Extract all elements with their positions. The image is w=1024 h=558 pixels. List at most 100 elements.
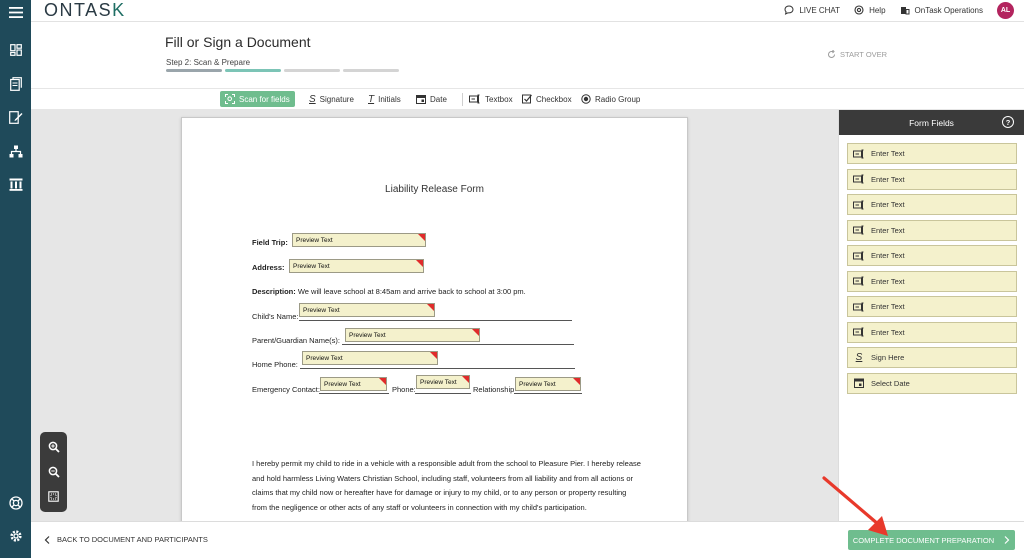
sign-document-icon[interactable] xyxy=(0,104,31,130)
user-avatar[interactable]: AL xyxy=(997,1,1014,19)
documents-icon[interactable] xyxy=(0,71,31,97)
phone-field[interactable]: Preview Text xyxy=(416,375,470,389)
progress-step-4 xyxy=(343,69,399,72)
form-field-item[interactable]: Enter Text xyxy=(847,143,1017,164)
childs-name-field[interactable]: Preview Text xyxy=(299,303,435,317)
form-field-label: Enter Text xyxy=(871,302,905,311)
form-field-item[interactable]: Enter Text xyxy=(847,168,1017,190)
step-label: Step 2: Scan & Prepare xyxy=(166,58,251,67)
field-trip-label: Field Trip: xyxy=(252,238,288,247)
relationship-field[interactable]: Preview Text xyxy=(515,377,581,391)
progress-step-2 xyxy=(225,69,281,72)
parent-guardian-field[interactable]: Preview Text xyxy=(345,328,480,342)
form-field-item[interactable]: Enter Text xyxy=(847,321,1017,343)
textbox-tool[interactable]: Textbox xyxy=(469,91,513,107)
form-field-label: Select Date xyxy=(871,378,910,388)
radio-group-tool[interactable]: Radio Group xyxy=(581,91,640,107)
form-field-item[interactable]: Enter Text xyxy=(847,194,1017,215)
form-field-item[interactable]: Select Date xyxy=(847,372,1017,394)
back-label: BACK TO DOCUMENT AND PARTICIPANTS xyxy=(57,535,208,544)
menu-icon[interactable] xyxy=(0,0,31,24)
emergency-contact-field[interactable]: Preview Text xyxy=(320,377,387,391)
support-icon[interactable] xyxy=(0,490,31,516)
childs-name-underline xyxy=(299,320,572,321)
initials-tool[interactable]: T Initials xyxy=(368,91,401,107)
address-field[interactable]: Preview Text xyxy=(289,259,424,273)
chevron-right-icon xyxy=(1004,536,1010,544)
field-trip-field[interactable]: Preview Text xyxy=(292,233,426,247)
dashboard-icon[interactable] xyxy=(0,37,31,63)
complete-label: COMPLETE DOCUMENT PREPARATION xyxy=(852,535,995,545)
release-paragraph: I hereby permit my child to ride in a ve… xyxy=(252,457,652,515)
toolbar-divider xyxy=(462,93,463,106)
form-field-item[interactable]: Enter Text xyxy=(847,270,1017,292)
relationship-label: Relationship xyxy=(473,385,515,394)
textbox-icon xyxy=(853,251,864,260)
form-fields-header: Form Fields ? xyxy=(839,110,1024,135)
signature-tool[interactable]: S Signature xyxy=(309,91,354,107)
emergency-contact-underline xyxy=(319,393,389,394)
document-title: Liability Release Form xyxy=(385,184,484,195)
ontask-logo[interactable]: ONTASK xyxy=(44,0,126,20)
chevron-left-icon xyxy=(44,535,50,544)
fit-page-icon[interactable] xyxy=(45,488,63,506)
initials-icon: T xyxy=(368,93,375,105)
settings-gear-icon[interactable] xyxy=(0,523,31,549)
date-tool[interactable]: Date xyxy=(416,91,447,107)
phone-underline xyxy=(415,393,471,394)
start-over-button[interactable]: START OVER xyxy=(827,50,887,59)
form-field-label: Enter Text xyxy=(871,327,905,337)
paragraph-line: claims that my child now or hereafter ha… xyxy=(252,488,627,497)
organization-link[interactable]: OnTask Operations xyxy=(900,5,983,15)
address-label: Address: xyxy=(252,263,285,272)
workflow-icon[interactable] xyxy=(0,138,31,164)
refresh-icon xyxy=(828,50,835,58)
help-circle-icon[interactable]: ? xyxy=(1002,116,1014,128)
library-icon[interactable] xyxy=(0,171,31,197)
progress-step-3 xyxy=(284,69,340,72)
building-icon xyxy=(900,7,910,15)
organization-label: OnTask Operations xyxy=(914,5,983,15)
home-phone-field[interactable]: Preview Text xyxy=(302,351,438,365)
textbox-icon xyxy=(853,327,864,337)
back-to-document-button[interactable]: BACK TO DOCUMENT AND PARTICIPANTS xyxy=(44,535,208,544)
zoom-out-icon[interactable] xyxy=(45,463,63,481)
textbox-icon xyxy=(853,200,864,209)
chat-bubble-icon xyxy=(784,5,794,15)
initials-label: Initials xyxy=(378,94,401,104)
field-toolbar: Scan for fields S Signature T Initials D… xyxy=(31,88,1024,110)
live-chat-label: LIVE CHAT xyxy=(799,5,841,15)
complete-document-preparation-button[interactable]: COMPLETE DOCUMENT PREPARATION xyxy=(848,530,1015,550)
checkbox-tool[interactable]: Checkbox xyxy=(522,91,572,107)
childs-name-label: Child's Name: xyxy=(252,312,299,321)
scan-for-fields-button[interactable]: Scan for fields xyxy=(220,91,295,107)
document-workspace[interactable]: Liability Release Form Field Trip: Previ… xyxy=(31,110,838,521)
form-field-label: Enter Text xyxy=(871,225,905,235)
help-link[interactable]: Help xyxy=(854,5,886,15)
form-field-item[interactable]: Enter Text xyxy=(847,219,1017,241)
form-field-item[interactable]: Enter Text xyxy=(847,245,1017,266)
form-field-item[interactable]: S Sign Here xyxy=(847,347,1017,368)
live-chat-link[interactable]: LIVE CHAT xyxy=(784,5,840,15)
phone-label: Phone: xyxy=(392,385,416,394)
top-bar: ONTASK LIVE CHAT Help OnTask Operations … xyxy=(31,0,1024,22)
zoom-in-icon[interactable] xyxy=(45,438,63,456)
emergency-contact-label: Emergency Contact: xyxy=(252,385,320,394)
parent-guardian-underline xyxy=(342,344,574,345)
form-fields-title: Form Fields xyxy=(909,117,954,128)
paragraph-line: I hereby permit my child to ride in a ve… xyxy=(252,459,641,468)
form-fields-list: Enter Text Enter Text Enter Text Enter T… xyxy=(847,143,1017,398)
form-field-label: Enter Text xyxy=(871,149,905,158)
document-page[interactable]: Liability Release Form Field Trip: Previ… xyxy=(181,117,688,521)
signature-icon: S xyxy=(855,352,863,363)
form-field-label: Enter Text xyxy=(871,251,905,260)
form-field-label: Enter Text xyxy=(871,200,905,209)
paragraph-line: from the negligence or other acts of any… xyxy=(252,502,587,512)
textbox-icon xyxy=(853,276,864,286)
page-header: Fill or Sign a Document Step 2: Scan & P… xyxy=(31,22,1024,88)
form-field-item[interactable]: Enter Text xyxy=(847,296,1017,317)
step-progress xyxy=(166,69,399,72)
help-label: Help xyxy=(869,5,886,15)
date-label: Date xyxy=(430,94,447,104)
textbox-icon xyxy=(853,225,864,235)
